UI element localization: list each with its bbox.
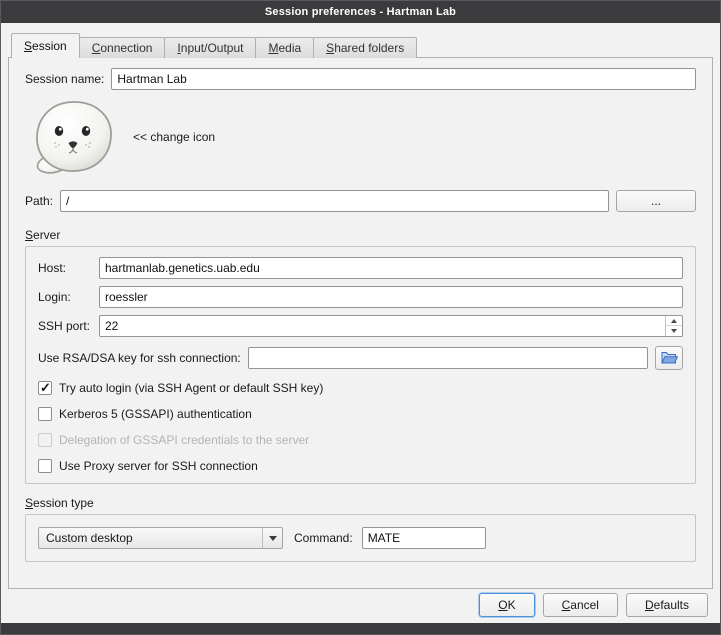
defaults-button[interactable]: Defaults [626, 593, 708, 617]
tab-session-label: Session [24, 39, 67, 53]
window-bottom-frame [1, 623, 720, 634]
rsa-key-input[interactable] [248, 347, 648, 369]
ssh-port-label: SSH port: [38, 319, 99, 333]
login-row: Login: [38, 286, 683, 308]
session-name-row: Session name: [25, 68, 696, 90]
auto-login-checkbox[interactable] [38, 381, 52, 395]
server-group-label: Server [25, 228, 696, 242]
seal-icon[interactable] [29, 98, 117, 176]
session-name-input[interactable] [111, 68, 696, 90]
session-type-group-label: Session type [25, 496, 696, 510]
rsa-key-browse-button[interactable] [655, 346, 683, 370]
window-title: Session preferences - Hartman Lab [265, 6, 456, 18]
proxy-checkbox-row[interactable]: Use Proxy server for SSH connection [38, 459, 683, 473]
path-row: Path: ... [25, 190, 696, 212]
proxy-checkbox[interactable] [38, 459, 52, 473]
ssh-port-row: SSH port: [38, 315, 683, 337]
tab-shared-folders[interactable]: Shared folders [313, 37, 417, 58]
login-label: Login: [38, 290, 99, 304]
tab-media-label: Media [268, 41, 301, 55]
host-row: Host: [38, 257, 683, 279]
session-type-groupbox: Custom desktop Command: [25, 514, 696, 562]
proxy-label: Use Proxy server for SSH connection [59, 459, 258, 473]
tab-session[interactable]: Session [11, 33, 80, 58]
session-preferences-dialog: Session preferences - Hartman Lab Sessio… [0, 0, 721, 635]
change-icon-hint: << change icon [133, 130, 215, 144]
session-icon-row: << change icon [25, 98, 696, 176]
command-label: Command: [294, 531, 353, 545]
gssapi-delegation-label: Delegation of GSSAPI credentials to the … [59, 433, 309, 447]
tab-media[interactable]: Media [255, 37, 314, 58]
session-type-selected-value: Custom desktop [46, 531, 262, 545]
tab-connection-label: Connection [92, 41, 153, 55]
path-label: Path: [25, 194, 53, 208]
gssapi-delegation-checkbox-row: Delegation of GSSAPI credentials to the … [38, 433, 683, 447]
tab-input-output[interactable]: Input/Output [164, 37, 256, 58]
tab-shared-folders-label: Shared folders [326, 41, 404, 55]
ssh-port-input[interactable] [99, 315, 683, 337]
session-tab-panel: Session name: [8, 57, 713, 589]
tab-bar: Session Connection Input/Output Media Sh… [8, 33, 713, 58]
dialog-footer: OK Cancel Defaults [8, 589, 713, 622]
gssapi-delegation-checkbox [38, 433, 52, 447]
session-name-label: Session name: [25, 72, 104, 86]
server-groupbox: Host: Login: SSH port: [25, 246, 696, 484]
rsa-key-row: Use RSA/DSA key for ssh connection: [38, 346, 683, 370]
auto-login-checkbox-row[interactable]: Try auto login (via SSH Agent or default… [38, 381, 683, 395]
host-input[interactable] [99, 257, 683, 279]
login-input[interactable] [99, 286, 683, 308]
tab-input-output-label: Input/Output [177, 41, 243, 55]
command-input[interactable] [362, 527, 486, 549]
folder-open-icon [661, 350, 678, 367]
kerberos-checkbox-row[interactable]: Kerberos 5 (GSSAPI) authentication [38, 407, 683, 421]
titlebar[interactable]: Session preferences - Hartman Lab [1, 1, 720, 23]
kerberos-checkbox[interactable] [38, 407, 52, 421]
rsa-key-label: Use RSA/DSA key for ssh connection: [38, 351, 241, 365]
auto-login-label: Try auto login (via SSH Agent or default… [59, 381, 323, 395]
cancel-button[interactable]: Cancel [543, 593, 618, 617]
chevron-down-icon [262, 528, 282, 548]
dialog-body: Session Connection Input/Output Media Sh… [1, 23, 720, 623]
spin-buttons [665, 316, 682, 336]
path-browse-button[interactable]: ... [616, 190, 696, 212]
host-label: Host: [38, 261, 99, 275]
spin-up-arrow-icon[interactable] [666, 316, 682, 326]
ok-button[interactable]: OK [479, 593, 534, 617]
ssh-port-spinbox [99, 315, 683, 337]
path-input[interactable] [60, 190, 609, 212]
spin-down-arrow-icon[interactable] [666, 326, 682, 336]
session-type-dropdown[interactable]: Custom desktop [38, 527, 283, 549]
kerberos-label: Kerberos 5 (GSSAPI) authentication [59, 407, 252, 421]
tab-connection[interactable]: Connection [79, 37, 166, 58]
